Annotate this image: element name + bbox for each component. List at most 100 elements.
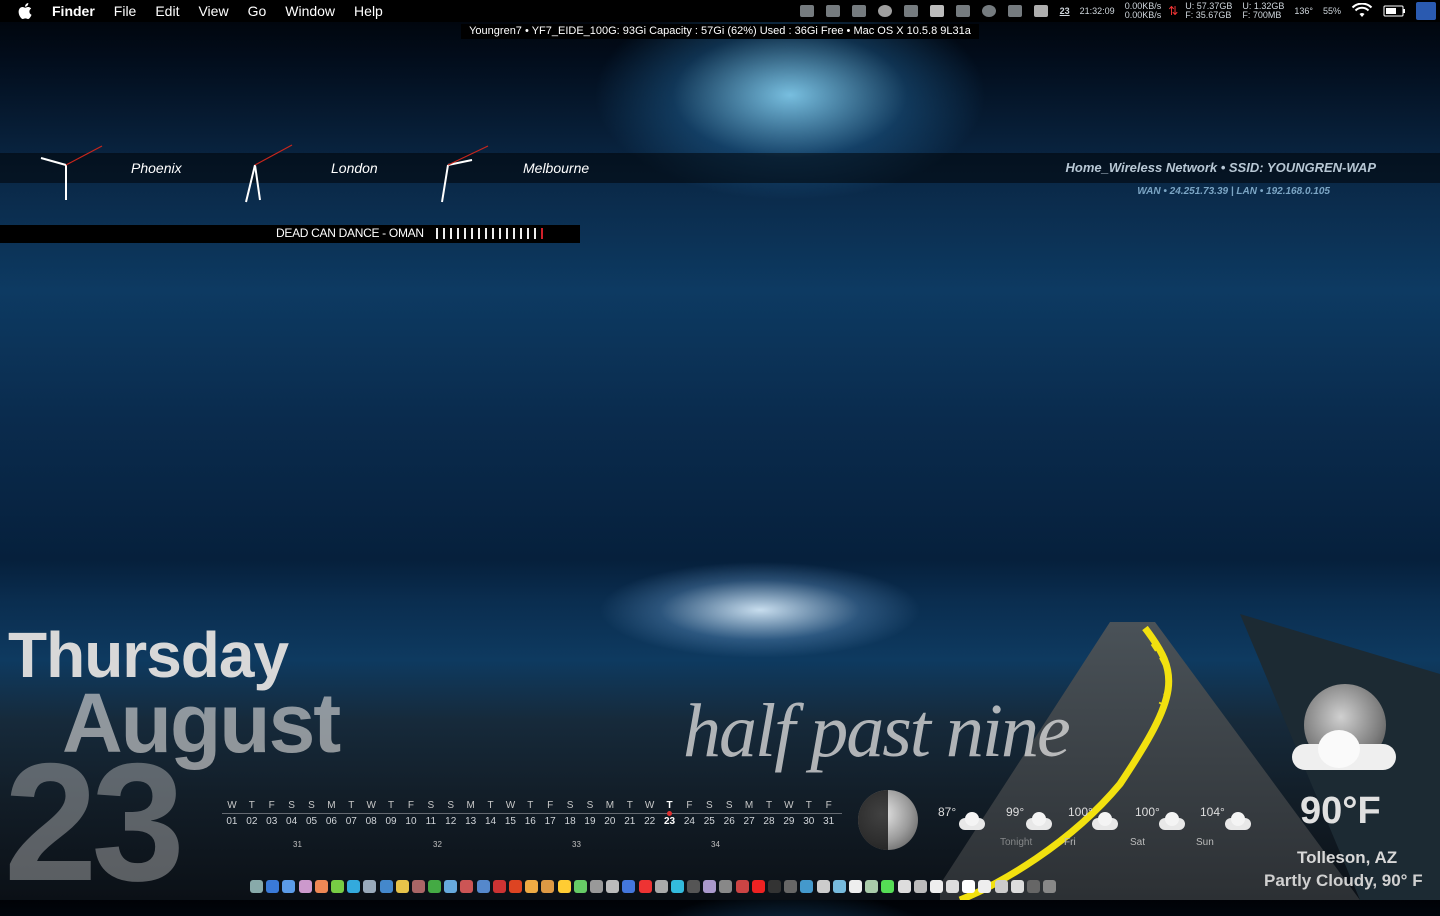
progress-tick [457, 228, 459, 239]
menu-window[interactable]: Window [285, 3, 335, 19]
calendar-date: 05 [305, 816, 318, 827]
wifi-icon[interactable] [1351, 3, 1373, 19]
calendar-dates: 01 02 03 04 05 06 07 08 09 10 11 12 13 14 15 16 17 18 19 20… [222, 816, 842, 827]
date-badge[interactable]: 23 [1060, 6, 1070, 16]
gear-status-icon[interactable] [877, 5, 892, 17]
calendar-date: 17 [544, 816, 556, 827]
dock-app-icon[interactable] [654, 879, 668, 893]
activity-monitor-icon[interactable] [799, 5, 814, 17]
dock-app-icon[interactable] [395, 879, 409, 893]
dock-app-icon[interactable] [703, 879, 717, 893]
dock-app-icon[interactable] [784, 879, 798, 893]
dock-app-icon[interactable] [460, 879, 474, 893]
dock-app-icon[interactable] [687, 879, 701, 893]
dock-app-icon[interactable] [379, 879, 393, 893]
calendar-weekday: W [366, 800, 376, 811]
display-status-icon[interactable] [1033, 5, 1048, 17]
menubar-clock[interactable]: 21:32:09 [1080, 6, 1115, 16]
dock-app-icon[interactable] [541, 879, 555, 893]
apple-menu-icon[interactable] [16, 1, 36, 21]
cpu-temp[interactable]: 136° [1294, 6, 1313, 16]
dock-app-icon[interactable] [1043, 879, 1057, 893]
progress-tick [471, 228, 473, 239]
disk2-usage[interactable]: U: 1.32GB F: 700MB [1242, 2, 1284, 20]
dock-app-icon[interactable] [929, 879, 943, 893]
status-menus: 23 21:32:09 0.00KB/s 0.00KB/s ⇅ U: 57.37… [794, 0, 1440, 22]
spider-icon[interactable] [851, 5, 866, 17]
menu-file[interactable]: File [114, 3, 137, 19]
dock-app-icon[interactable] [670, 879, 684, 893]
dock-app-icon[interactable] [946, 879, 960, 893]
week-number: 34 [711, 840, 720, 849]
dock-app-icon[interactable] [282, 879, 296, 893]
dock-app-icon[interactable] [994, 879, 1008, 893]
menu-go[interactable]: Go [248, 3, 267, 19]
dock-app-icon[interactable] [476, 879, 490, 893]
dock-app-icon[interactable] [492, 879, 506, 893]
dock-app-icon[interactable] [751, 879, 765, 893]
calendar-status-icon[interactable] [929, 5, 944, 17]
track-progress [436, 228, 548, 239]
dock-app-icon[interactable] [719, 879, 733, 893]
calendar-weekday: M [327, 800, 336, 811]
dock-app-icon[interactable] [525, 879, 539, 893]
dock-app-icon[interactable] [330, 879, 344, 893]
app-menu-finder[interactable]: Finder [52, 3, 95, 19]
calendar-weekday: S [447, 800, 455, 811]
dock-app-icon[interactable] [314, 879, 328, 893]
calendar-date: 01 [226, 816, 238, 827]
now-playing-bar[interactable]: DEAD CAN DANCE - OMAN [0, 225, 580, 243]
dock-app-icon[interactable] [800, 879, 814, 893]
dock-app-icon[interactable] [865, 879, 879, 893]
menu-edit[interactable]: Edit [155, 3, 179, 19]
calendar-weekday: S [725, 800, 733, 811]
dock-app-icon[interactable] [622, 879, 636, 893]
dock-app-icon[interactable] [250, 879, 263, 893]
sync-status-icon[interactable] [955, 5, 970, 17]
dock-app-icon[interactable] [1027, 879, 1040, 893]
battery-percent[interactable]: 55% [1323, 6, 1341, 16]
dock-app-icon[interactable] [832, 879, 846, 893]
dock-app-icon[interactable] [589, 879, 603, 893]
calendar-date: 08 [365, 816, 377, 827]
dropbox-status-icon[interactable] [903, 5, 918, 17]
menu-help[interactable]: Help [354, 3, 383, 19]
dock-app-icon[interactable] [444, 879, 458, 893]
net-speed[interactable]: 0.00KB/s 0.00KB/s [1125, 2, 1162, 20]
dock-app-icon[interactable] [266, 879, 280, 893]
time-machine-icon[interactable] [981, 5, 996, 17]
dock-app-icon[interactable] [509, 879, 522, 893]
dock-app-icon[interactable] [768, 879, 781, 893]
dock-app-icon[interactable] [848, 879, 862, 893]
dock-app-icon[interactable] [557, 879, 571, 893]
dock-app-icon[interactable] [347, 879, 361, 893]
dock-app-icon[interactable] [881, 879, 895, 893]
dock-app-icon[interactable] [816, 879, 830, 893]
dock-app-icon[interactable] [962, 879, 976, 893]
calendar-weekdays: WTFSSMTWTFSSMTWTFSSMTWTFSSMTWTF [222, 800, 842, 811]
dock-app-icon[interactable] [638, 879, 652, 893]
dock-app-icon[interactable] [363, 879, 377, 893]
menu-view[interactable]: View [198, 3, 228, 19]
dock-app-icon[interactable] [897, 879, 911, 893]
calendar-date: 18 [564, 816, 576, 827]
network-activity-icon[interactable] [825, 5, 840, 17]
dock-app-icon[interactable] [1010, 879, 1024, 893]
calendar-weekday: M [744, 800, 754, 811]
dock-app-icon[interactable] [298, 879, 312, 893]
battery-icon[interactable] [1383, 4, 1407, 18]
dock-app-icon[interactable] [411, 879, 425, 893]
calendar-weekday: T [348, 800, 355, 811]
dock-app-icon[interactable] [606, 879, 620, 893]
disk1-usage[interactable]: U: 57.37GB F: 35.67GB [1185, 2, 1232, 20]
dock-app-icon[interactable] [735, 879, 749, 893]
calendar-today: 23 [663, 816, 676, 827]
disk-status-icon[interactable] [1007, 5, 1022, 17]
calendar-weekday: T [527, 800, 534, 811]
dock-app-icon[interactable] [573, 879, 587, 893]
spotlight-icon[interactable] [1416, 2, 1436, 20]
partly-cloudy-icon [1088, 812, 1118, 830]
dock-app-icon[interactable] [978, 879, 992, 893]
dock-app-icon[interactable] [428, 879, 442, 893]
dock-app-icon[interactable] [913, 879, 927, 893]
